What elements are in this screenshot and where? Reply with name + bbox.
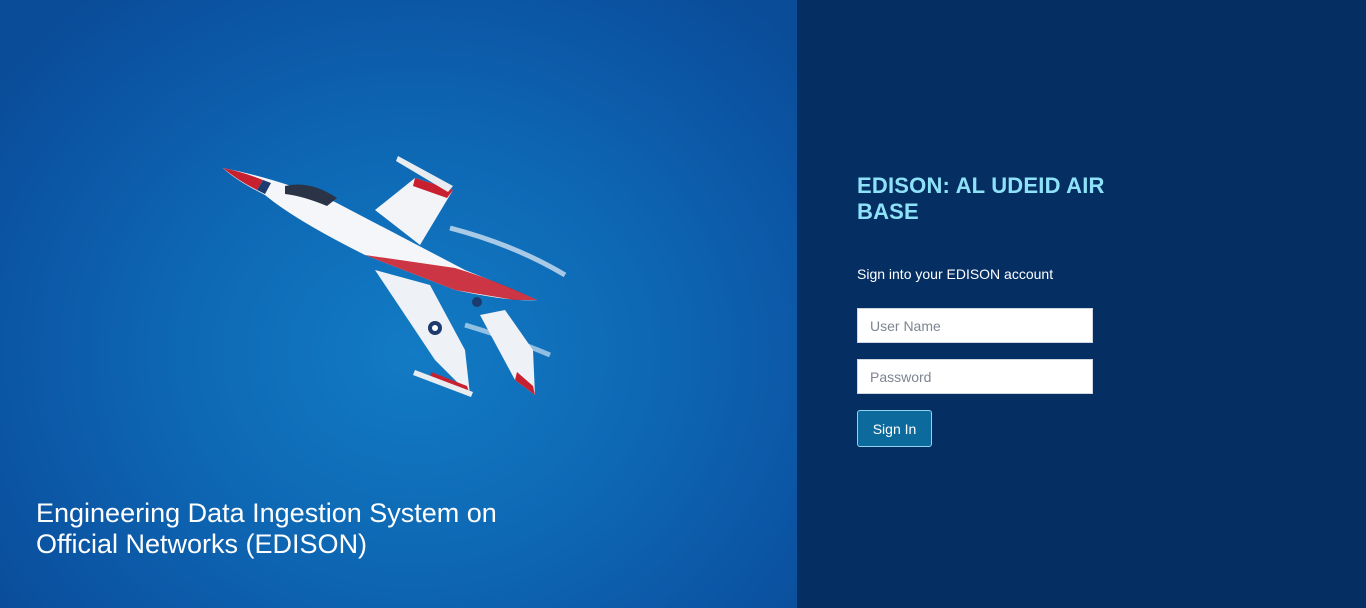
sign-in-panel: EDISON: AL UDEID AIR BASE Sign into your… [797,0,1366,608]
site-title: EDISON: AL UDEID AIR BASE [857,173,1105,224]
jet-nose [223,168,263,190]
sign-in-instructions: Sign into your EDISON account [857,266,1054,282]
jet-insignia-small [472,297,482,307]
login-page: Engineering Data Ingestion System on Off… [0,0,1366,608]
jet-insignia-star [432,325,438,331]
sign-in-button[interactable]: Sign In [857,410,932,447]
system-full-name: Engineering Data Ingestion System on Off… [36,498,497,559]
password-input[interactable] [857,359,1093,394]
vapor-trail [449,225,567,278]
fighter-jet-image [223,156,567,397]
hero-section: Engineering Data Ingestion System on Off… [0,0,797,608]
username-input[interactable] [857,308,1093,343]
